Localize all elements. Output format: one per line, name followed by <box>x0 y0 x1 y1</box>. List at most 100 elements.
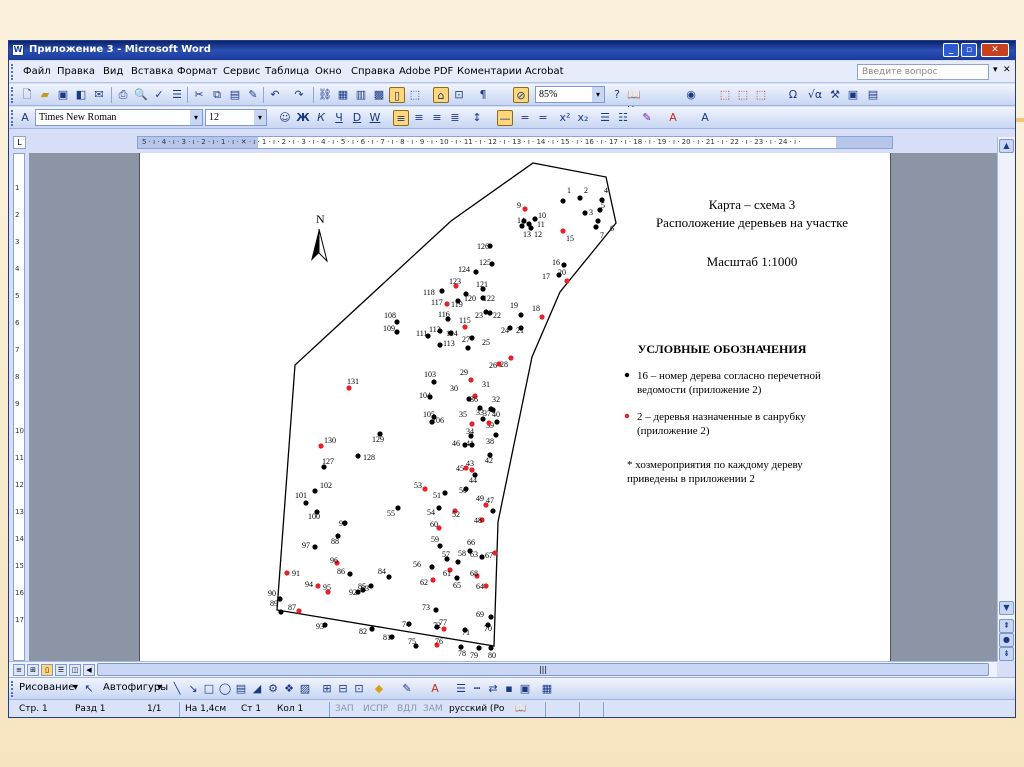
document-map-icon[interactable]: ⌂ <box>433 87 449 103</box>
web-view-icon[interactable]: ⊞ <box>27 664 39 676</box>
highlight-icon[interactable]: ✎ <box>639 110 655 126</box>
arrow-tool-icon[interactable]: ↘ <box>185 681 201 697</box>
save-icon[interactable]: ▣ <box>55 87 71 103</box>
menu-file[interactable]: Файл <box>23 66 51 77</box>
fill-color-icon[interactable]: ◆ <box>371 681 387 697</box>
align-objects-icon[interactable]: ⊡ <box>351 681 367 697</box>
font-color-icon[interactable]: A <box>665 110 681 126</box>
paragraph-marks-icon[interactable]: ¶ <box>475 87 491 103</box>
picture-icon[interactable]: ▨ <box>297 681 313 697</box>
status-overtype[interactable]: ЗАМ <box>423 704 443 714</box>
reading-view-icon[interactable]: ◫ <box>69 664 81 676</box>
numbering-icon[interactable]: ☰ <box>597 110 613 126</box>
menu-insert[interactable]: Вставка <box>131 66 173 77</box>
chevron-down-icon[interactable]: ▾ <box>592 87 604 102</box>
shadow-icon[interactable]: ▪ <box>501 681 517 697</box>
normal-view-icon[interactable]: ≡ <box>13 664 25 676</box>
insert-excel-icon[interactable]: ▩ <box>371 87 387 103</box>
subscript-icon[interactable]: x₂ <box>575 110 591 126</box>
print-preview-icon[interactable]: 🔍 <box>133 87 149 103</box>
rectangle-tool-icon[interactable]: □ <box>201 681 217 697</box>
open-folder-icon[interactable]: ▰ <box>37 87 53 103</box>
format-painter-icon[interactable]: ✎ <box>245 87 261 103</box>
chevron-down-icon[interactable]: ▾ <box>73 682 78 693</box>
horizontal-ruler[interactable]: 5 · ı · 4 · ı · 3 · ı · 2 · ı · 1 · ı · … <box>137 136 893 149</box>
horizontal-scrollbar[interactable]: ≡ ⊞ ▯ ☰ ◫ ◀ ||| <box>9 661 997 677</box>
cut-icon[interactable]: ✂ <box>191 87 207 103</box>
pdf-convert-icon[interactable]: ⬚ <box>717 87 733 103</box>
equation-icon[interactable]: √α <box>805 87 825 103</box>
menu-grip[interactable] <box>11 64 14 80</box>
tab-selector[interactable]: L <box>13 136 26 149</box>
diagram-icon[interactable]: ⚙ <box>265 681 281 697</box>
frame-icon[interactable]: ▣ <box>845 87 861 103</box>
char-scale-icon[interactable]: A <box>697 110 713 126</box>
document-page[interactable]: N 1 2 3 4 5 6 7 9 10 11 12 13 14 15 16 17 18 19 20 21 22 23 24… <box>139 153 891 661</box>
menu-table[interactable]: Таблица <box>265 66 309 77</box>
omega-symbol-icon[interactable]: Ω <box>785 87 801 103</box>
chevron-down-icon[interactable]: ▾ <box>157 682 162 693</box>
drawing-icon[interactable]: ⬚ <box>407 87 423 103</box>
reading-button[interactable]: 📖Чтение <box>627 87 677 117</box>
group-icon[interactable]: ⊞ <box>319 681 335 697</box>
menu-tools[interactable]: Сервис <box>223 66 260 77</box>
permission-icon[interactable]: ◧ <box>73 87 89 103</box>
restore-button[interactable]: ▫ <box>961 43 977 57</box>
line-color-icon[interactable]: ✎ <box>399 681 415 697</box>
spelling-status-icon[interactable]: 📖 <box>515 704 526 714</box>
font-color-icon[interactable]: A <box>427 681 443 697</box>
status-track[interactable]: ИСПР <box>363 704 388 714</box>
toolbar-grip[interactable] <box>11 87 14 103</box>
equal-icon[interactable]: = <box>517 110 533 126</box>
arrow-style-icon[interactable]: ⇄ <box>485 681 501 697</box>
menu-format[interactable]: Формат <box>177 66 218 77</box>
hyperlink-icon[interactable]: ⛓ <box>317 87 333 103</box>
outline-view-icon[interactable]: ☰ <box>55 664 67 676</box>
help-search-input[interactable]: Введите вопрос <box>857 64 989 80</box>
close-button[interactable]: ✕ <box>981 43 1009 57</box>
line-spacing-icon[interactable]: ↕ <box>469 110 485 126</box>
double-underline-button[interactable]: W <box>367 110 383 126</box>
grid-icon[interactable]: ▦ <box>539 681 555 697</box>
superscript-icon[interactable]: x² <box>557 110 573 126</box>
vertical-ruler[interactable]: 1 2 3 4 5 6 7 8 9 10 11 12 13 14 15 16 17 <box>13 153 25 661</box>
menu-edit[interactable]: Правка <box>57 66 95 77</box>
close-document-button[interactable]: ✕ <box>1003 65 1011 75</box>
scroll-left-icon[interactable]: ◀ <box>83 664 95 676</box>
help-dropdown-icon[interactable]: ▾ <box>993 65 998 75</box>
status-rec[interactable]: ЗАП <box>335 704 354 714</box>
tool-icon[interactable]: ⚒ <box>827 87 843 103</box>
help-icon[interactable]: ? <box>609 87 625 103</box>
vertical-scrollbar[interactable]: ▲ ▼ ⇞ ● ⇟ <box>997 137 1015 661</box>
textbox-icon[interactable]: ▤ <box>233 681 249 697</box>
status-extend[interactable]: ВДЛ <box>397 704 417 714</box>
horizontal-scroll-thumb[interactable]: ||| <box>97 663 989 676</box>
ungroup-icon[interactable]: ⊟ <box>335 681 351 697</box>
color-palette-icon[interactable]: ◉ <box>683 87 699 103</box>
line-style-icon[interactable]: ☰ <box>453 681 469 697</box>
align-left-icon[interactable]: ≡ <box>393 110 409 126</box>
minimize-button[interactable]: _ <box>943 43 959 57</box>
research-icon[interactable]: ☰ <box>169 87 185 103</box>
font-size-select[interactable]: 12 ▾ <box>205 109 267 126</box>
scroll-down-icon[interactable]: ▼ <box>999 601 1014 615</box>
paste-icon[interactable]: ▤ <box>227 87 243 103</box>
menu-view[interactable]: Вид <box>103 66 123 77</box>
align-center-icon[interactable]: ≡ <box>411 110 427 126</box>
justify-icon[interactable]: ≣ <box>447 110 463 126</box>
draw-menu-button[interactable]: Рисование <box>19 682 74 693</box>
columns-icon[interactable]: ▯ <box>389 87 405 103</box>
equal-alt-icon[interactable]: = <box>535 110 551 126</box>
spelling-icon[interactable]: ✓ <box>151 87 167 103</box>
scroll-up-icon[interactable]: ▲ <box>999 139 1014 153</box>
strike-button[interactable]: D <box>349 110 365 126</box>
smiley-icon[interactable]: ☺ <box>277 110 293 126</box>
new-document-icon[interactable]: 🗋 <box>19 87 35 103</box>
print-view-icon[interactable]: ▯ <box>41 664 53 676</box>
print-icon[interactable]: ⎙ <box>115 87 131 103</box>
clipart-icon[interactable]: ❖ <box>281 681 297 697</box>
line-tool-icon[interactable]: ╲ <box>169 681 185 697</box>
copy-icon[interactable]: ⧉ <box>209 87 225 103</box>
zoom-select[interactable]: 85% ▾ <box>535 86 605 103</box>
browse-object-icon[interactable]: ● <box>999 633 1014 647</box>
